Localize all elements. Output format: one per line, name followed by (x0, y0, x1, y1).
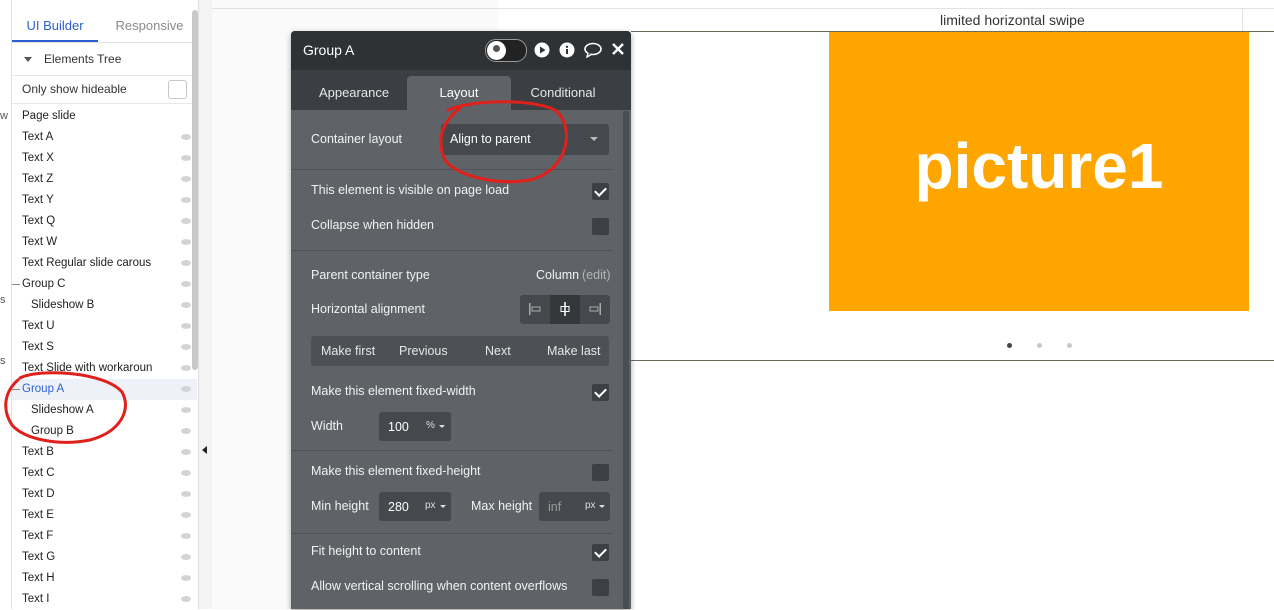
annotation-circle-group-a (4, 371, 127, 444)
annotation-overlay (4, 100, 568, 444)
annotation-circle-container-layout (439, 100, 568, 184)
